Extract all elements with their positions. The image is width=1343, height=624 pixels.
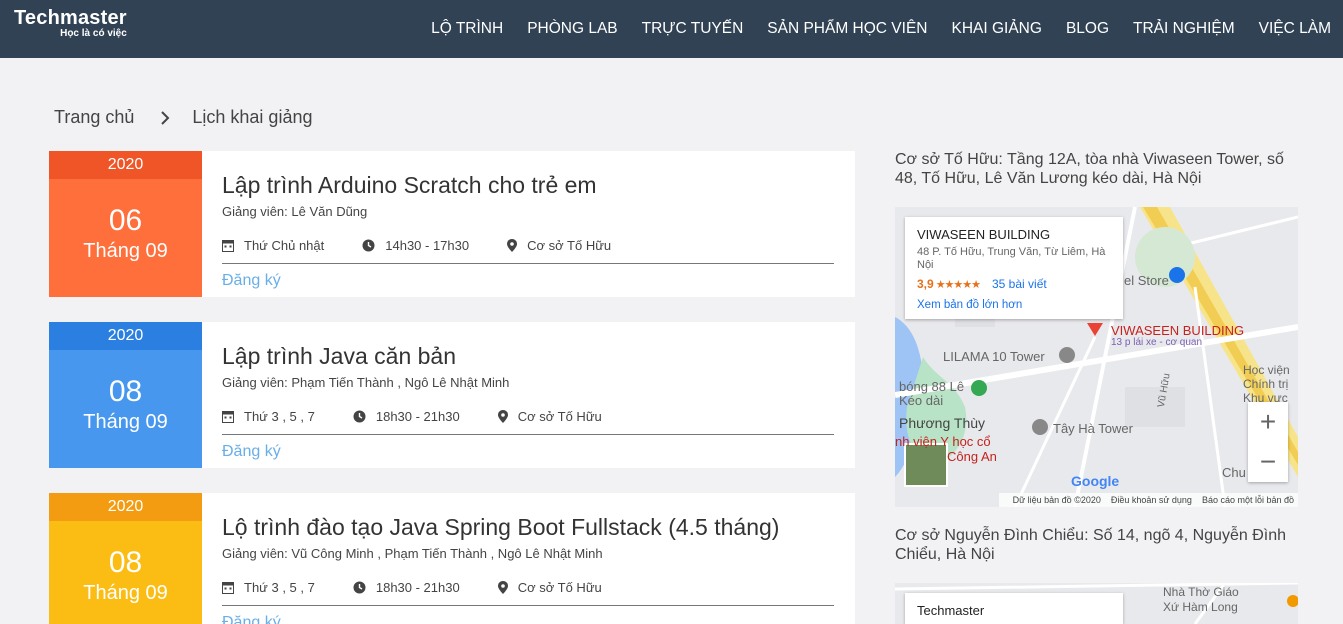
map-info-card: Techmaster: [905, 593, 1123, 624]
map-place-name: Techmaster: [917, 603, 985, 618]
map-label: VIWASEEN BUILDING: [1111, 323, 1245, 338]
course-title[interactable]: Lộ trình đào tạo Java Spring Boot Fullst…: [222, 513, 835, 541]
main-nav: LỘ TRÌNH PHÒNG LAB TRỰC TUYẾN SẢN PHẨM H…: [407, 0, 1331, 58]
course-date: 2020 06 Tháng 09: [49, 151, 202, 297]
course-time: 18h30 - 21h30: [375, 579, 460, 595]
logo-tagline: Học là có việc: [60, 28, 127, 39]
course-card: 2020 06 Tháng 09 Lập trình Arduino Scrat…: [49, 151, 855, 297]
logo[interactable]: Techmaster Học là có việc: [14, 8, 127, 40]
course-card: 2020 08 Tháng 09 Lập trình Java căn bản …: [49, 322, 855, 468]
course-year: 2020: [49, 493, 202, 521]
course-day: 08: [108, 375, 143, 408]
map-label: Công An: [947, 449, 997, 464]
map-label: Học viện: [1243, 363, 1290, 377]
nav-san-pham-hoc-vien[interactable]: SẢN PHẨM HỌC VIÊN: [767, 20, 927, 38]
register-link[interactable]: Đăng ký: [222, 272, 281, 290]
nav-khai-giang[interactable]: KHAI GIẢNG: [952, 20, 1042, 38]
course-teacher: Giảng viên: Phạm Tiến Thành , Ngô Lê Nhậ…: [222, 375, 510, 390]
map-place-name: VIWASEEN BUILDING: [917, 227, 1051, 242]
register-link[interactable]: Đăng ký: [222, 443, 281, 461]
course-year: 2020: [49, 151, 202, 179]
course-month: Tháng 09: [83, 582, 168, 604]
map-label: Chính trị: [1243, 377, 1289, 391]
location-pin-icon: [497, 580, 508, 594]
course-schedule: Thứ 3 , 5 , 7: [244, 408, 315, 424]
map-info-card: VIWASEEN BUILDING 48 P. Tố Hữu, Trung Vă…: [905, 217, 1123, 319]
course-month: Tháng 09: [83, 411, 168, 433]
map-label: Phương Thùy: [899, 415, 986, 431]
map-label: Kéo dài: [899, 393, 944, 408]
breadcrumb: Trang chủ Lịch khai giảng: [54, 107, 312, 128]
chevron-right-icon: [160, 110, 170, 125]
register-link[interactable]: Đăng ký: [222, 614, 281, 624]
top-navbar: Techmaster Học là có việc LỘ TRÌNH PHÒNG…: [0, 0, 1343, 58]
map-label: Xứ Hàm Long: [1163, 600, 1238, 614]
course-title[interactable]: Lập trình Arduino Scratch cho trẻ em: [222, 171, 835, 199]
course-date: 2020 08 Tháng 09: [49, 493, 202, 624]
nav-lo-trinh[interactable]: LỘ TRÌNH: [431, 20, 503, 38]
map-reviews-link[interactable]: 35 bài viết: [992, 277, 1047, 291]
breadcrumb-home[interactable]: Trang chủ: [54, 107, 134, 128]
campus-address: Cơ sở Tố Hữu: Tầng 12A, tòa nhà Viwaseen…: [895, 151, 1284, 187]
larger-map-link[interactable]: Xem bản đồ lớn hơn: [917, 299, 1111, 311]
course-day: 06: [108, 204, 143, 237]
logo-brand: Techmaster: [14, 7, 127, 29]
clock-icon: [353, 581, 366, 593]
map-label: el Store: [1124, 273, 1169, 288]
map-label: bóng 88 Lê: [899, 379, 965, 394]
clock-icon: [353, 410, 366, 422]
course-schedule: Thứ Chủ nhật: [244, 237, 325, 253]
star-rating-icon: ★★★★★: [935, 278, 981, 291]
zoom-in-button[interactable]: +: [1248, 402, 1288, 442]
course-card: 2020 08 Tháng 09 Lộ trình đào tạo Java S…: [49, 493, 855, 624]
nav-phong-lab[interactable]: PHÒNG LAB: [527, 20, 617, 38]
course-location: Cơ sở Tố Hữu: [527, 237, 612, 253]
map-terms-link[interactable]: Điều khoản sử dụng: [1111, 495, 1192, 505]
breadcrumb-current: Lịch khai giảng: [192, 107, 313, 127]
course-year: 2020: [49, 322, 202, 350]
map-data-credit: Dữ liệu bản đồ ©2020: [1012, 495, 1101, 505]
nav-truc-tuyen[interactable]: TRỰC TUYẾN: [642, 20, 744, 38]
divider: [222, 434, 834, 435]
calendar-icon: [222, 239, 234, 252]
nav-trai-nghiem[interactable]: TRẢI NGHIỆM: [1133, 20, 1235, 38]
course-time: 14h30 - 17h30: [385, 237, 470, 253]
map-label: 13 p lái xe - cơ quan: [1111, 337, 1203, 348]
course-teacher: Giảng viên: Vũ Công Minh , Phạm Tiến Thà…: [222, 546, 603, 561]
calendar-icon: [222, 410, 234, 423]
map-embed[interactable]: VIWASEEN BUILDING 48 P. Tố Hữu, Trung Vă…: [895, 207, 1298, 507]
course-title[interactable]: Lập trình Java căn bản: [222, 342, 835, 370]
map-label: Chu: [1222, 465, 1246, 480]
course-month: Tháng 09: [83, 240, 168, 262]
map-embed[interactable]: Nhà Thờ Giáo Xứ Hàm Long Techmaster: [895, 583, 1298, 624]
map-label: LILAMA 10 Tower: [943, 349, 1045, 364]
nav-blog[interactable]: BLOG: [1066, 20, 1109, 38]
nav-viec-lam[interactable]: VIỆC LÀM: [1259, 20, 1331, 38]
map-label: Nhà Thờ Giáo: [1163, 585, 1239, 599]
location-pin-icon: [507, 238, 518, 252]
divider: [222, 605, 834, 606]
zoom-out-button[interactable]: −: [1248, 442, 1288, 482]
google-logo: Google: [1071, 473, 1120, 489]
clock-icon: [362, 239, 375, 251]
map-footer: Dữ liệu bản đồ ©2020 Điều khoản sử dụng …: [998, 493, 1298, 507]
location-pin-icon: [497, 409, 508, 423]
divider: [222, 263, 834, 264]
course-day: 08: [108, 546, 143, 579]
map-label: nh viện Y học cổ: [895, 434, 991, 449]
map-label: Tây Hà Tower: [1053, 421, 1133, 436]
course-location: Cơ sở Tố Hữu: [517, 408, 602, 424]
map-zoom-controls: + −: [1248, 402, 1288, 482]
map-rating: 3,9: [917, 277, 934, 291]
course-time: 18h30 - 21h30: [375, 408, 460, 424]
map-place-address: 48 P. Tố Hữu, Trung Văn, Từ Liêm, Hà Nội: [917, 246, 1106, 271]
calendar-icon: [222, 581, 234, 594]
course-date: 2020 08 Tháng 09: [49, 322, 202, 468]
map-report-link[interactable]: Báo cáo một lỗi bản đồ: [1202, 495, 1294, 505]
course-teacher: Giảng viên: Lê Văn Dũng: [222, 204, 368, 219]
campus-address: Cơ sở Nguyễn Đình Chiểu: Số 14, ngõ 4, N…: [895, 527, 1286, 563]
course-location: Cơ sở Tố Hữu: [517, 579, 602, 595]
course-schedule: Thứ 3 , 5 , 7: [244, 579, 315, 595]
